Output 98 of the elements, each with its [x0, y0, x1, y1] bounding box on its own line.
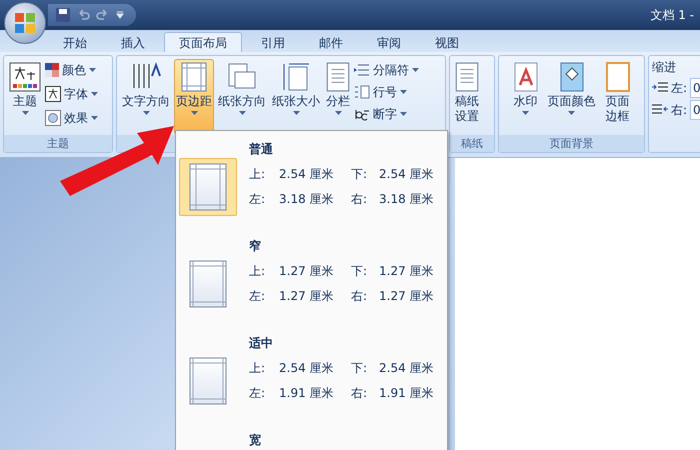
input-field[interactable]: 0 — [690, 78, 700, 98]
theme-option-button[interactable]: 颜色 — [45, 61, 98, 79]
theme-option-button[interactable]: 字体 — [45, 85, 98, 103]
field-label: 左: — [671, 80, 688, 96]
paper-size-icon — [281, 62, 311, 92]
hyphenation-icon — [354, 107, 370, 121]
margin-value: 1.27 厘米 — [379, 263, 434, 280]
watermark-icon — [514, 62, 538, 92]
margin-label: 左: — [249, 191, 266, 208]
group-label: 稿纸 — [450, 135, 494, 152]
margin-preset[interactable]: 普通 上: 2.54 厘米 下: 2.54 厘米 左: 3.18 厘米 右: 3.18 厘米 — [176, 141, 447, 235]
caret-icon — [568, 111, 575, 115]
margin-label: 右: — [351, 191, 368, 208]
margin-value: 2.54 厘米 — [279, 166, 335, 183]
themes-button[interactable]: 主题 — [7, 59, 43, 135]
break-icon — [354, 63, 370, 77]
indent-heading: 缩进 — [652, 59, 677, 76]
page-margins-icon — [189, 357, 227, 405]
margin-label: 右: — [351, 288, 368, 305]
caret-icon — [412, 68, 419, 72]
margin-label: 下: — [351, 360, 368, 377]
caret-icon — [142, 111, 150, 115]
caret-icon — [22, 111, 28, 115]
margin-preset[interactable]: 宽 — [176, 432, 447, 450]
margin-value: 1.27 厘米 — [379, 288, 434, 305]
caret-icon — [238, 111, 246, 115]
margin-value: 3.18 厘米 — [379, 191, 434, 208]
window-title: 文档 1 - — [650, 6, 695, 24]
margin-preset[interactable]: 适中 上: 2.54 厘米 下: 2.54 厘米 左: 1.91 厘米 右: 1.91 厘米 — [176, 335, 447, 429]
caret-icon — [91, 116, 98, 120]
preset-name: 普通 — [249, 141, 273, 158]
ribbon-tab[interactable]: 审阅 — [362, 32, 416, 52]
input-field[interactable]: 0 — [690, 100, 700, 120]
margin-label: 下: — [351, 166, 368, 183]
margin-label: 左: — [249, 385, 266, 402]
margin-label: 上: — [249, 166, 266, 183]
customize-caret-icon[interactable] — [116, 11, 124, 19]
save-icon[interactable] — [56, 8, 70, 22]
ribbon-tab[interactable]: 引用 — [246, 32, 300, 52]
caret-icon — [400, 112, 407, 116]
effects-icon — [45, 110, 61, 126]
theme-option-button[interactable]: 效果 — [45, 109, 98, 127]
margin-value: 2.54 厘米 — [379, 360, 434, 377]
margin-value: 2.54 厘米 — [279, 360, 335, 377]
margin-value: 1.91 厘米 — [279, 385, 335, 402]
margin-value: 3.18 厘米 — [279, 191, 335, 208]
margin-value: 1.27 厘米 — [279, 288, 335, 305]
page-icon — [455, 62, 479, 92]
ribbon-button[interactable]: 页面颜色 — [546, 59, 598, 135]
paint-bucket-icon — [560, 62, 584, 92]
preset-name: 宽 — [249, 432, 261, 449]
margin-value: 1.27 厘米 — [279, 263, 335, 280]
line-numbers-icon — [354, 85, 370, 99]
ribbon-small-button[interactable]: 分隔符 — [354, 61, 419, 79]
preset-name: 适中 — [249, 335, 273, 352]
page-border-icon — [606, 62, 630, 92]
ribbon-button[interactable]: 页面边框 — [604, 59, 632, 135]
themes-icon — [9, 62, 41, 92]
ribbon-button[interactable]: 页边距 — [174, 59, 214, 135]
draft-setup-button[interactable]: 稿纸设置 — [453, 59, 481, 135]
margin-label: 上: — [249, 263, 266, 280]
margin-label: 右: — [351, 385, 368, 402]
margin-label: 上: — [249, 360, 266, 377]
margin-label: 左: — [249, 288, 266, 305]
ribbon-tab[interactable]: 插入 — [106, 32, 160, 52]
group-label: 主题 — [4, 135, 112, 152]
ribbon-button[interactable]: 纸张方向 — [216, 59, 268, 135]
ribbon-button[interactable]: 纸张大小 — [270, 59, 322, 135]
ribbon-tab[interactable]: 邮件 — [304, 32, 358, 52]
margin-value: 2.54 厘米 — [379, 166, 434, 183]
colors-icon — [45, 63, 59, 77]
ribbon-tab[interactable]: 页面布局 — [164, 32, 242, 52]
page-icon — [326, 62, 350, 92]
office-logo-icon — [14, 12, 36, 34]
fonts-icon — [45, 86, 61, 102]
ribbon-tab[interactable]: 开始 — [48, 32, 102, 52]
ribbon-button[interactable]: 水印 — [512, 59, 540, 135]
preset-name: 窄 — [249, 238, 261, 255]
ribbon-small-button[interactable]: 行号 — [354, 83, 419, 101]
margin-preset[interactable]: 窄 上: 1.27 厘米 下: 1.27 厘米 左: 1.27 厘米 右: 1.27 厘米 — [176, 238, 447, 332]
margins-icon — [181, 62, 207, 92]
caret-icon — [190, 111, 198, 115]
caret-icon — [89, 68, 96, 72]
page-margins-icon — [189, 163, 227, 211]
caret-icon — [522, 111, 529, 115]
ribbon-button[interactable]: 文字方向 — [120, 59, 172, 135]
margin-label: 下: — [351, 263, 368, 280]
group-label: 页面背景 — [499, 135, 644, 152]
caret-icon — [292, 111, 300, 115]
caret-icon — [400, 90, 407, 94]
caret-icon — [334, 111, 342, 115]
field-label: 右: — [671, 102, 688, 118]
ribbon-button[interactable]: 分栏 — [324, 59, 352, 135]
margin-value: 1.91 厘米 — [379, 385, 434, 402]
ribbon-tab[interactable]: 视图 — [420, 32, 474, 52]
caret-icon — [91, 92, 98, 96]
page-margins-icon — [189, 260, 227, 308]
ribbon-small-button[interactable]: 断字 — [354, 105, 419, 123]
